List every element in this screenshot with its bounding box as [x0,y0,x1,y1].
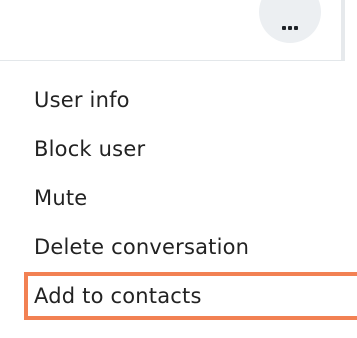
menu-item-delete-conversation[interactable]: Delete conversation [24,223,357,271]
menu-item-block-user[interactable]: Block user [24,125,357,173]
menu-item-user-info[interactable]: User info [24,76,357,124]
header-divider [0,60,345,61]
more-horizontal-icon [282,26,298,30]
menu-item-label: User info [34,88,130,112]
header-edge [341,0,345,61]
menu-item-mute[interactable]: Mute [24,174,357,222]
chat-header [0,0,357,61]
more-options-button[interactable] [259,0,321,43]
menu-item-label: Delete conversation [34,235,250,259]
menu-item-label: Mute [34,186,88,210]
menu-item-label: Block user [34,137,146,161]
menu-item-add-to-contacts[interactable]: Add to contacts [24,272,357,320]
menu-item-label: Add to contacts [34,284,202,308]
